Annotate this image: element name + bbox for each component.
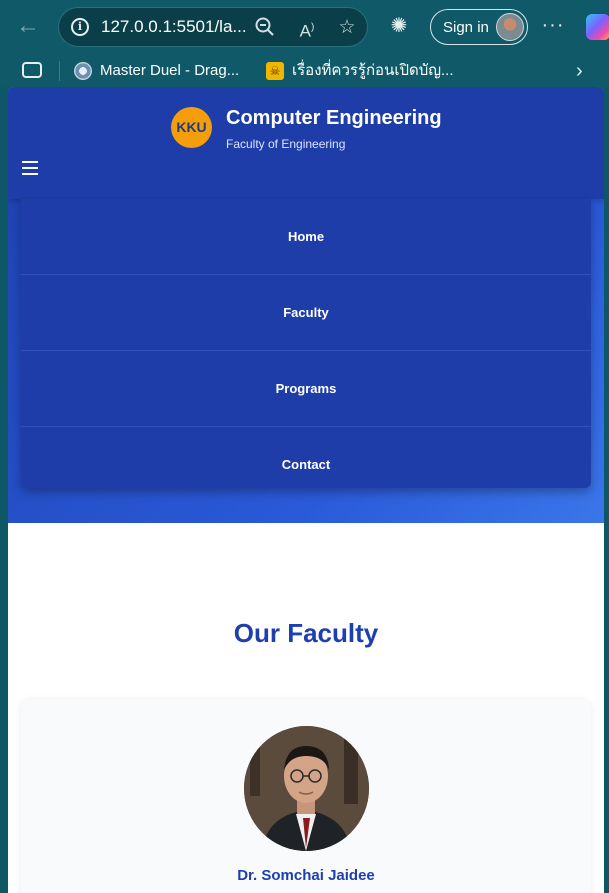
faculty-card[interactable]: Dr. Somchai Jaidee <box>21 699 591 893</box>
browser-toolbar: ← i 127.0.0.1:5501/la... A) ☆ ✺ Sign in … <box>0 0 609 55</box>
tab-actions-icon[interactable] <box>22 62 42 78</box>
site-header: KKU Computer Engineering Faculty of Engi… <box>8 87 604 199</box>
bookmarks-separator <box>59 61 60 81</box>
site-logo[interactable]: KKU <box>171 107 212 148</box>
bookmark-label: Master Duel - Drag... <box>100 62 240 79</box>
extensions-icon[interactable]: ✺ <box>387 14 411 38</box>
address-bar[interactable]: i 127.0.0.1:5501/la... A) ☆ <box>58 7 368 47</box>
bookmarks-bar: Master Duel - Drag... ☠ เรื่องที่ควรรู้ก่… <box>0 55 609 87</box>
sign-in-button[interactable]: Sign in <box>430 9 528 45</box>
info-icon[interactable]: i <box>71 18 89 36</box>
section-title: Our Faculty <box>233 618 379 648</box>
site-subtitle: Faculty of Engineering <box>226 137 346 151</box>
nav-menu: Home Faculty Programs Contact <box>21 199 591 488</box>
sign-in-label: Sign in <box>443 19 489 36</box>
bookmark-label: เรื่องที่ควรรู้ก่อนเปิดบัญ... <box>292 62 454 79</box>
more-icon[interactable]: ··· <box>540 14 566 40</box>
faculty-name[interactable]: Dr. Somchai Jaidee <box>21 867 591 884</box>
nav-item-programs[interactable]: Programs <box>21 351 591 427</box>
bank-favicon: ☠ <box>266 62 284 81</box>
game-favicon <box>74 62 92 81</box>
star-icon[interactable]: ☆ <box>335 16 359 40</box>
chevron-right-icon[interactable]: › <box>576 59 583 83</box>
hamburger-menu-icon[interactable] <box>22 161 40 177</box>
profile-avatar <box>496 13 524 41</box>
faculty-photo <box>244 726 369 851</box>
copilot-icon[interactable] <box>586 14 609 40</box>
bookmark-item[interactable]: ☠ เรื่องที่ควรรู้ก่อนเปิดบัญ... <box>266 60 454 82</box>
site-title: Computer Engineering <box>226 107 442 129</box>
url-text[interactable]: 127.0.0.1:5501/la... <box>101 17 246 37</box>
nav-item-faculty[interactable]: Faculty <box>21 275 591 351</box>
back-arrow-icon[interactable]: ← <box>14 12 42 40</box>
bookmark-item[interactable]: Master Duel - Drag... <box>74 60 239 82</box>
read-aloud-icon[interactable]: A) <box>295 16 319 41</box>
zoom-out-icon[interactable] <box>253 16 277 40</box>
page-viewport: KKU Computer Engineering Faculty of Engi… <box>8 87 604 893</box>
nav-item-contact[interactable]: Contact <box>21 427 591 503</box>
nav-item-home[interactable]: Home <box>21 199 591 275</box>
